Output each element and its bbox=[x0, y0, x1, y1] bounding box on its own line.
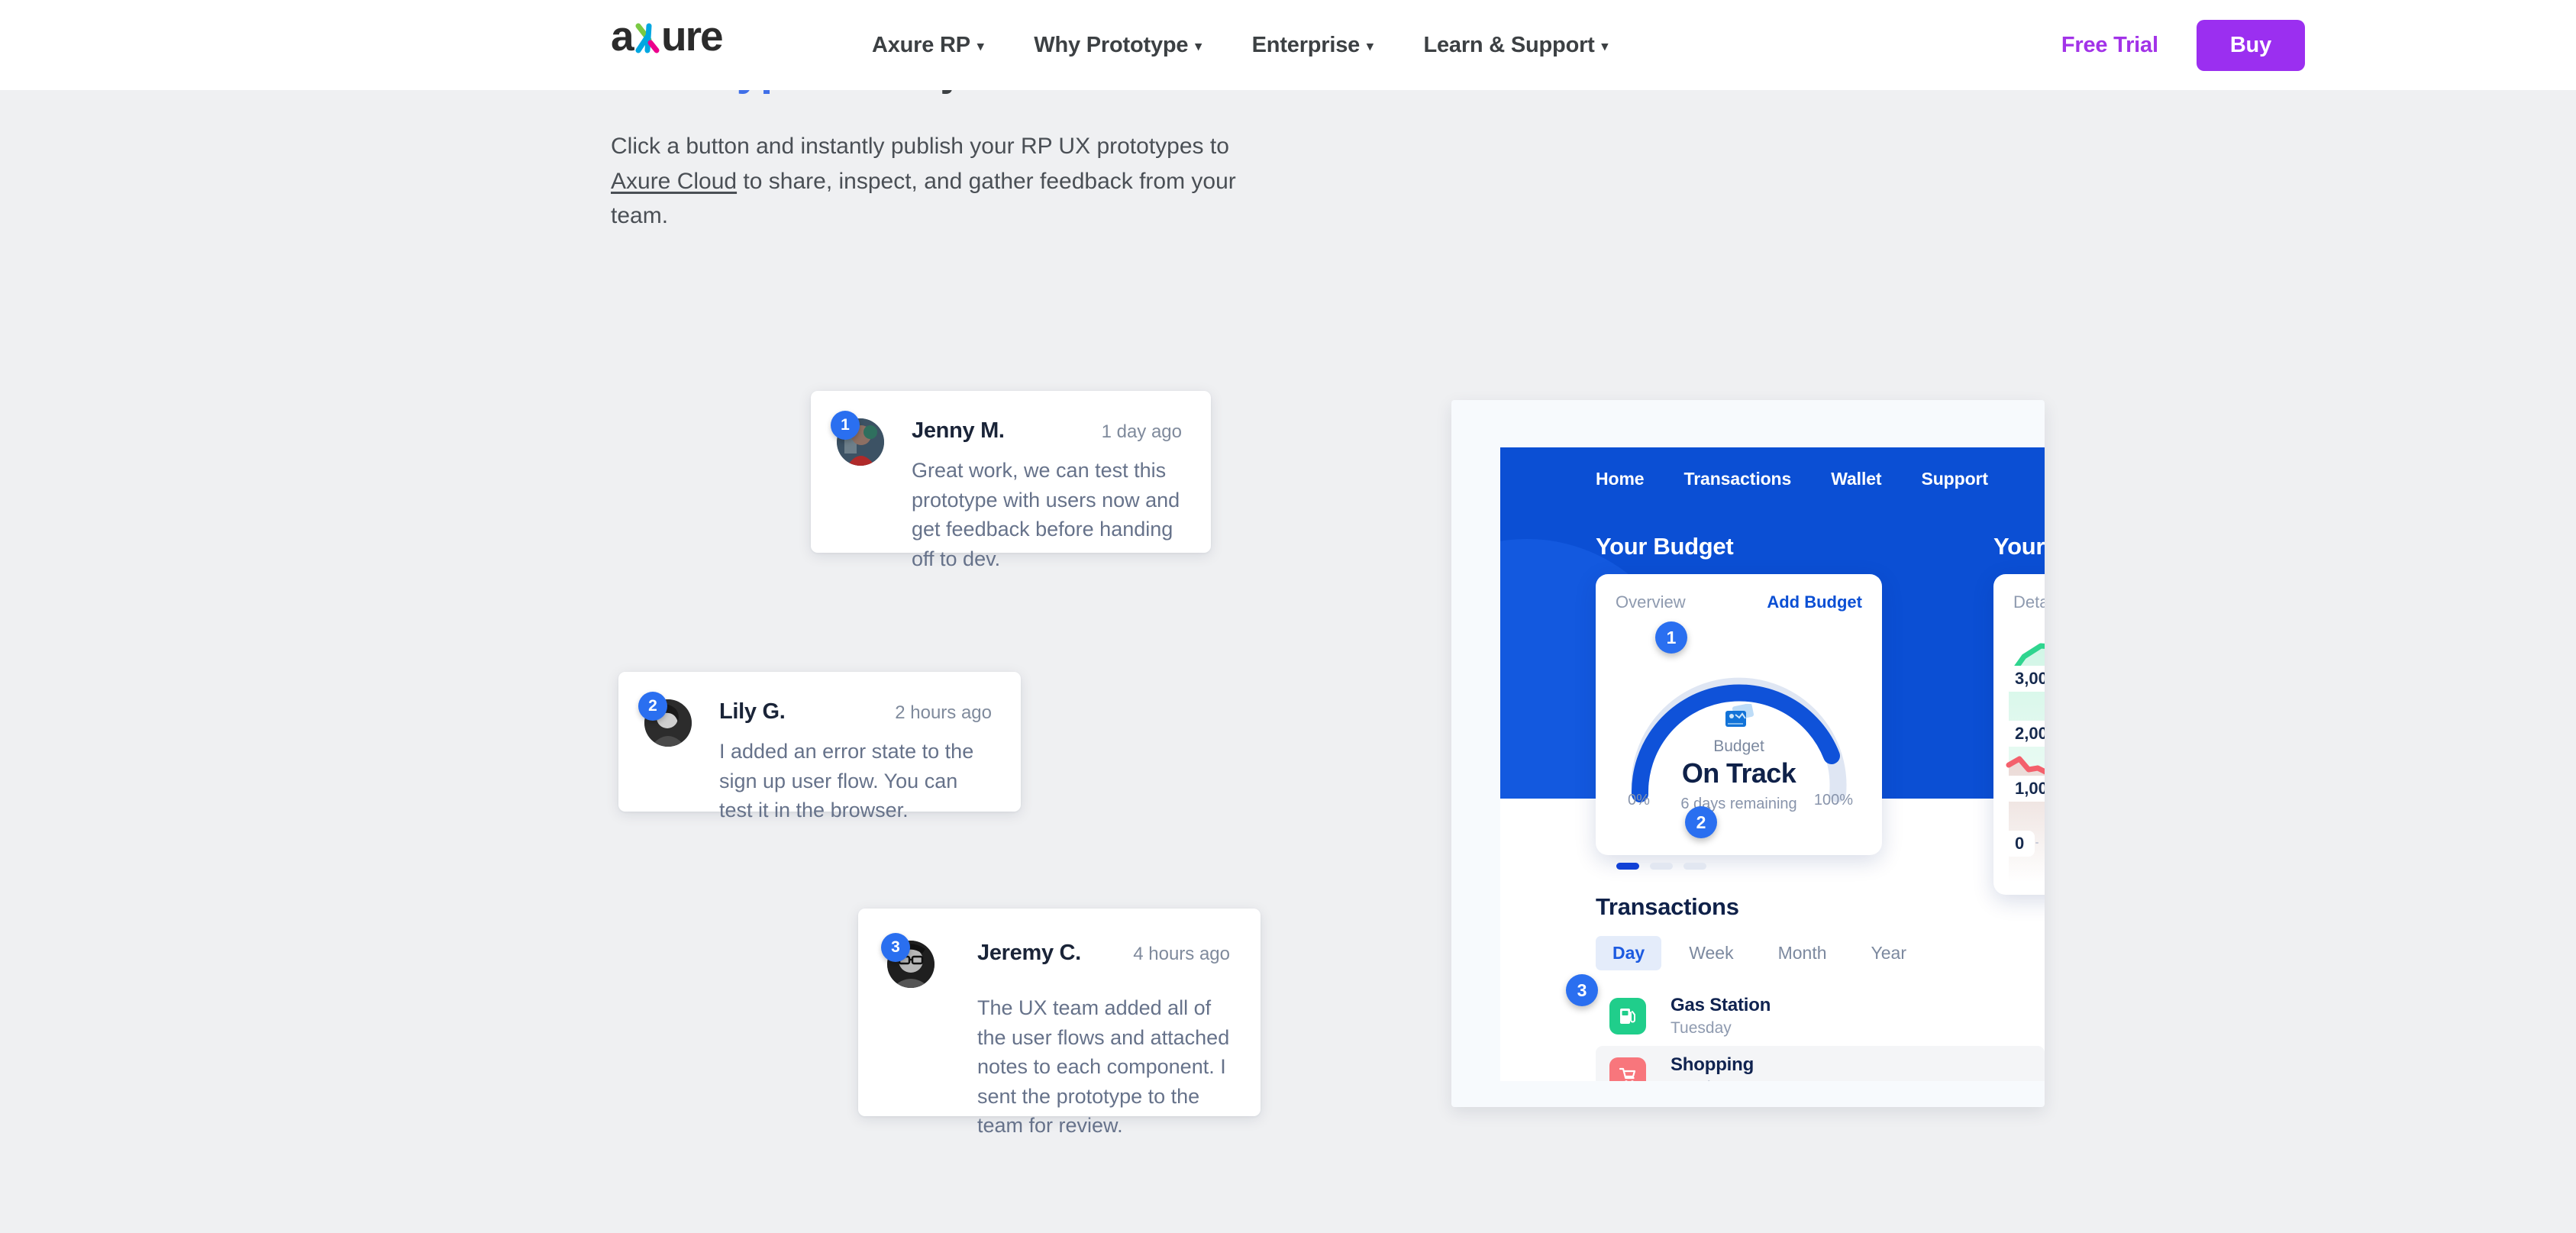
svg-text:ure: ure bbox=[661, 17, 722, 58]
gauge-min-label: 0% bbox=[1628, 792, 1650, 809]
gauge-metric-label: Budget bbox=[1713, 738, 1764, 755]
comment-timestamp: 1 day ago bbox=[1101, 421, 1182, 442]
avatar-wrap: 2 bbox=[638, 692, 701, 825]
comment-card[interactable]: 2 Lily G. 2 hours ago I added an error s… bbox=[618, 672, 1021, 821]
comment-author: Jeremy C. bbox=[977, 941, 1081, 965]
gauge-max-label: 100% bbox=[1813, 792, 1853, 809]
carousel-dot[interactable] bbox=[1683, 863, 1706, 870]
section-title-budget: Your Budget bbox=[1596, 533, 1734, 560]
comment-badge: 1 bbox=[831, 411, 860, 440]
overview-label: Overview bbox=[1616, 592, 1686, 612]
transaction-name: Gas Station bbox=[1671, 995, 1771, 1015]
comment-timestamp: 4 hours ago bbox=[1133, 944, 1230, 964]
history-card: Details bbox=[1993, 574, 2045, 895]
comment-author: Lily G. bbox=[719, 699, 786, 724]
carousel-dot-active[interactable] bbox=[1616, 863, 1639, 870]
axure-cloud-link[interactable]: Axure Cloud bbox=[611, 169, 737, 194]
section-title-history: Your History bbox=[1993, 533, 2045, 560]
chart-y-label: 2,00 bbox=[2004, 721, 2045, 747]
chart-y-label: 1,00 bbox=[2004, 776, 2045, 802]
nav-label: Learn & Support bbox=[1423, 32, 1595, 57]
app-nav-support[interactable]: Support bbox=[1921, 469, 1988, 489]
comment-timestamp: 2 hours ago bbox=[895, 702, 992, 723]
carousel-dots[interactable] bbox=[1616, 863, 1706, 870]
nav-label: Axure RP bbox=[872, 32, 970, 57]
add-budget-button[interactable]: Add Budget bbox=[1767, 592, 1862, 612]
hero-sub-part1: Click a button and instantly publish you… bbox=[611, 133, 1229, 159]
tab-week[interactable]: Week bbox=[1672, 936, 1750, 970]
nav-item-enterprise[interactable]: Enterprise ▾ bbox=[1252, 33, 1374, 58]
transactions-title: Transactions bbox=[1596, 893, 1739, 920]
site-navbar: a ure Axure RP ▾ Why Prototype ▾ Enterpr… bbox=[0, 0, 2576, 90]
buy-button[interactable]: Buy bbox=[2196, 19, 2305, 71]
tab-day[interactable]: Day bbox=[1596, 936, 1662, 970]
transaction-name: Shopping bbox=[1671, 1054, 1754, 1075]
details-label: Details bbox=[2013, 592, 2045, 612]
tab-year[interactable]: Year bbox=[1855, 936, 1923, 970]
nav-label: Why Prototype bbox=[1034, 32, 1189, 57]
transactions-tabs: Day Week Month Year bbox=[1596, 936, 1923, 970]
transaction-row[interactable]: Gas Station Tuesday bbox=[1596, 986, 2045, 1046]
mockup-badge-2: 2 bbox=[1685, 806, 1717, 838]
chevron-down-icon: ▾ bbox=[1195, 38, 1202, 53]
comment-badge: 3 bbox=[881, 933, 910, 962]
chevron-down-icon: ▾ bbox=[976, 38, 984, 53]
nav-item-why-prototype[interactable]: Why Prototype ▾ bbox=[1034, 32, 1202, 58]
avatar-wrap: 3 bbox=[881, 933, 944, 1141]
comment-badge: 2 bbox=[638, 692, 667, 721]
history-chart: 3,00 2,00 1,00 0 bbox=[1993, 623, 2045, 883]
free-trial-link[interactable]: Free Trial bbox=[2061, 33, 2158, 58]
gas-pump-icon bbox=[1609, 998, 1646, 1034]
main-nav: Axure RP ▾ Why Prototype ▾ Enterprise ▾ … bbox=[872, 0, 1608, 90]
prototype-mockup: Home Transactions Wallet Support Your Bu… bbox=[1451, 400, 2045, 1107]
chevron-down-icon: ▾ bbox=[1601, 38, 1609, 53]
nav-item-axure-rp[interactable]: Axure RP ▾ bbox=[872, 32, 984, 58]
comment-author: Jenny M. bbox=[912, 418, 1005, 443]
comment-card[interactable]: 1 Jenny M. 1 day ago Great work, we can … bbox=[811, 391, 1211, 570]
tab-month[interactable]: Month bbox=[1761, 936, 1844, 970]
avatar-wrap: 1 bbox=[831, 411, 893, 573]
transaction-day: Monday bbox=[1671, 1079, 1754, 1081]
app-nav-home[interactable]: Home bbox=[1596, 469, 1645, 489]
nav-item-learn-support[interactable]: Learn & Support ▾ bbox=[1423, 33, 1608, 58]
nav-label: Enterprise bbox=[1251, 32, 1361, 57]
app-nav-wallet[interactable]: Wallet bbox=[1831, 469, 1881, 489]
comment-card[interactable]: 3 Jeremy C. 4 hours ago The UX team adde… bbox=[858, 909, 1261, 1137]
comment-text: Great work, we can test this prototype w… bbox=[912, 459, 1180, 570]
chart-y-label: 3,00 bbox=[2004, 666, 2045, 692]
chart-y-label: 0 bbox=[2004, 831, 2035, 857]
app-navigation: Home Transactions Wallet Support bbox=[1596, 469, 1988, 489]
axure-logo[interactable]: a ure bbox=[611, 17, 747, 58]
transaction-row[interactable]: Shopping Monday bbox=[1596, 1046, 2045, 1081]
transaction-day: Tuesday bbox=[1671, 1019, 1732, 1037]
app-nav-transactions[interactable]: Transactions bbox=[1684, 469, 1792, 489]
comment-text: I added an error state to the sign up us… bbox=[719, 740, 974, 822]
hero-subtitle: Click a button and instantly publish you… bbox=[611, 129, 1252, 234]
mockup-badge-1: 1 bbox=[1655, 621, 1687, 654]
svg-text:a: a bbox=[611, 17, 634, 58]
mockup-badge-3: 3 bbox=[1566, 974, 1598, 1006]
transactions-list: Gas Station Tuesday Shopping Monday bbox=[1596, 986, 2045, 1081]
carousel-dot[interactable] bbox=[1650, 863, 1673, 870]
budget-overview-card: Overview Add Budget Budget On Track 6 da… bbox=[1596, 574, 1882, 855]
budget-status: On Track bbox=[1681, 757, 1796, 789]
nav-actions: Free Trial Buy bbox=[2061, 0, 2305, 90]
chevron-down-icon: ▾ bbox=[1367, 38, 1374, 53]
comment-text: The UX team added all of the user flows … bbox=[977, 996, 1230, 1138]
shopping-cart-icon bbox=[1609, 1057, 1646, 1081]
budget-gauge: Budget On Track 6 days remaining 0% 100% bbox=[1596, 620, 1882, 812]
cards-icon bbox=[1722, 703, 1756, 730]
